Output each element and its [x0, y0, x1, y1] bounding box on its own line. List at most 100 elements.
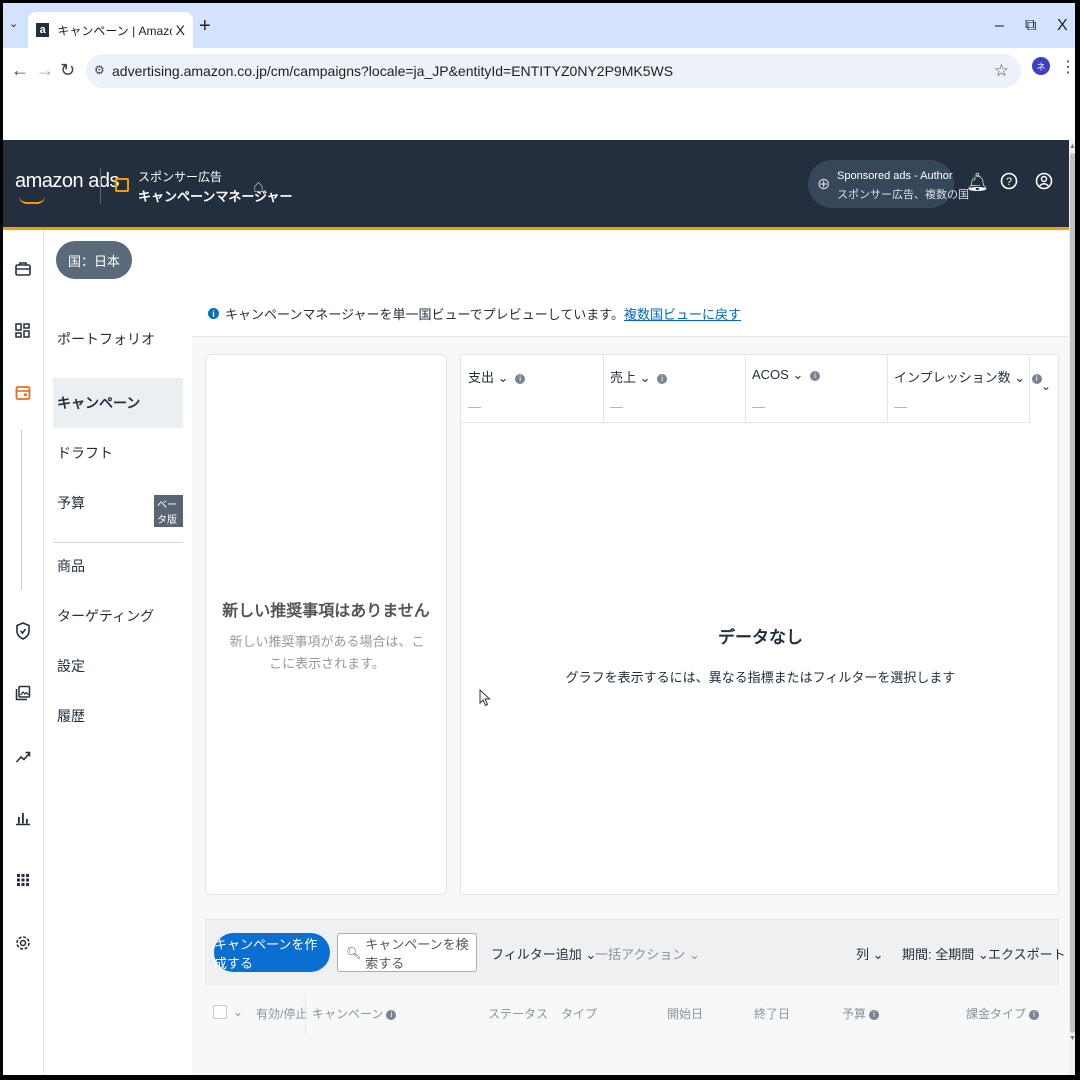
shield-icon[interactable]: [13, 622, 33, 645]
export-button[interactable]: エクスポート: [988, 944, 1066, 963]
campaign-toolbar: キャンペーンを作成する 🔍︎ キャンペーンを検索する フィルター追加 ⌄ 一括ア…: [205, 919, 1066, 985]
checkbox-chevron-icon[interactable]: ⌄: [233, 1005, 243, 1019]
metric-value: —: [894, 399, 907, 414]
column-budget[interactable]: 予算 i: [842, 1005, 880, 1022]
product-title[interactable]: キャンペーンマネージャー: [138, 186, 292, 205]
main-content: i キャンペーンマネージャーを単一国ビューでプレビューしています。 複数国ビュー…: [192, 291, 1069, 1075]
bulk-actions-dropdown[interactable]: 一括アクション ⌄: [595, 944, 700, 963]
bar-chart-icon[interactable]: [13, 810, 33, 831]
nav-item-budgets[interactable]: 予算 ベータ版: [53, 478, 183, 528]
info-icon: i: [869, 1010, 880, 1020]
beta-badge: ベータ版: [154, 495, 183, 527]
gear-icon[interactable]: [13, 935, 33, 956]
reload-icon[interactable]: ↻: [60, 60, 75, 81]
mouse-cursor-icon: [479, 688, 491, 712]
info-icon: i: [809, 371, 820, 381]
icon-rail: [3, 230, 44, 1075]
media-library-icon[interactable]: [13, 685, 33, 706]
metric-label: ACOS ⌄ i: [752, 367, 820, 383]
metric-value: —: [752, 399, 765, 414]
nav-item-history[interactable]: 履歴: [53, 691, 183, 741]
forward-icon[interactable]: →: [36, 60, 54, 81]
column-active[interactable]: 有効/停止: [256, 1005, 307, 1022]
browser-menu-icon[interactable]: ⋮: [1060, 57, 1075, 77]
restore-button[interactable]: ⧉: [1025, 17, 1036, 35]
nav-item-settings[interactable]: 設定: [53, 641, 183, 691]
close-window-button[interactable]: X: [1057, 17, 1068, 35]
account-name: Sponsored ads - Author: [837, 170, 953, 182]
nav-item-portfolios[interactable]: ポートフォリオ: [53, 314, 183, 364]
bell-icon[interactable]: 🔔︎: [966, 172, 989, 193]
chevron-down-icon[interactable]: ⌄: [1041, 379, 1051, 393]
metric-label: インプレッション数 ⌄ i: [894, 367, 1042, 386]
nav-item-campaigns[interactable]: キャンペーン: [53, 378, 183, 428]
account-switcher[interactable]: ⊕ Sponsored ads - Author スポンサー広告、複数の国: [808, 160, 969, 208]
multi-country-view-link[interactable]: 複数国ビューに戻す: [624, 304, 741, 323]
column-billing-type[interactable]: 課金タイプ i: [966, 1005, 1040, 1022]
new-tab-button[interactable]: +: [199, 15, 211, 38]
nav-item-drafts[interactable]: ドラフト: [53, 428, 183, 478]
recommendations-title: 新しい推奨事項はありません: [222, 603, 430, 620]
tab-title: キャンペーン | Amazon Advertising: [57, 23, 171, 38]
date-range-dropdown[interactable]: 期間: 全期間 ⌄: [902, 944, 989, 963]
ads-header: amazon ads スポンサー広告 キャンペーンマネージャー ⌂ ⊕ Spon…: [3, 140, 1069, 227]
campaign-search-input[interactable]: 🔍︎ キャンペーンを検索する: [337, 933, 477, 972]
url-bar[interactable]: ⚙ advertising.amazon.co.jp/cm/campaigns?…: [86, 54, 1021, 88]
help-icon[interactable]: ?: [1000, 172, 1018, 195]
user-icon[interactable]: [1035, 172, 1053, 195]
product-subtitle: スポンサー広告: [138, 170, 223, 184]
tab-search-chevron-icon[interactable]: ⌄: [9, 17, 18, 30]
tab-close-icon[interactable]: X: [176, 22, 185, 38]
nav-item-products[interactable]: 商品: [53, 541, 183, 591]
home-icon[interactable]: ⌂: [253, 176, 264, 197]
column-divider: [305, 993, 306, 1033]
metric-sales[interactable]: 売上 ⌄ i —: [603, 355, 746, 423]
minimize-button[interactable]: –: [995, 17, 1004, 35]
back-icon[interactable]: ←: [11, 60, 29, 81]
site-info-icon[interactable]: ⚙: [94, 63, 105, 77]
metric-acos[interactable]: ACOS ⌄ i —: [745, 355, 888, 423]
amazon-favicon-icon: a: [36, 23, 50, 37]
briefcase-icon[interactable]: [13, 260, 33, 283]
column-campaign[interactable]: キャンペーン i: [312, 1005, 397, 1022]
metric-value: —: [468, 399, 481, 414]
scroll-down-icon[interactable]: ▼: [1069, 1035, 1075, 1042]
address-bar-row: ← → ↻ ⚙ advertising.amazon.co.jp/cm/camp…: [3, 48, 1075, 95]
campaign-manager-icon: [115, 178, 129, 192]
column-status[interactable]: ステータス: [488, 1005, 548, 1022]
info-icon: i: [515, 374, 526, 384]
apps-grid-icon[interactable]: [13, 873, 33, 892]
browser-tab[interactable]: a キャンペーン | Amazon Advertising X: [28, 12, 193, 48]
url-text: advertising.amazon.co.jp/cm/campaigns?lo…: [112, 63, 674, 79]
profile-avatar[interactable]: ネ: [1032, 57, 1050, 75]
info-icon: i: [657, 374, 668, 384]
country-selector[interactable]: 国：日本: [56, 241, 133, 279]
nav-item-targeting[interactable]: ターゲティング: [53, 591, 183, 641]
column-start-date[interactable]: 開始日: [667, 1005, 703, 1022]
scroll-up-icon[interactable]: ▲: [1069, 143, 1075, 150]
add-filter-dropdown[interactable]: フィルター追加 ⌄: [491, 944, 596, 963]
search-placeholder: キャンペーンを検索する: [365, 936, 469, 971]
globe-icon: ⊕: [817, 176, 831, 193]
browser-window: ⌄ a キャンペーン | Amazon Advertising X + – ⧉ …: [3, 3, 1075, 1075]
campaign-icon[interactable]: [13, 385, 33, 406]
dashboard-icon[interactable]: [13, 323, 33, 344]
metric-impressions[interactable]: インプレッション数 ⌄ i —: [887, 355, 1042, 423]
column-type[interactable]: タイプ: [561, 1005, 597, 1022]
recommendations-description: 新しい推奨事項がある場合は、ここに表示されます。: [229, 634, 425, 671]
performance-chart-card: 支出 ⌄ i — 売上 ⌄ i — ACOS ⌄ i — インプレッション数 ⌄…: [460, 354, 1059, 895]
amazon-ads-logo[interactable]: amazon ads: [15, 170, 119, 193]
select-all-checkbox[interactable]: [213, 1005, 227, 1019]
info-icon: i: [1029, 1010, 1040, 1020]
scrollbar-thumb[interactable]: [1070, 153, 1075, 1033]
create-campaign-button[interactable]: キャンペーンを作成する: [214, 933, 330, 972]
bookmark-star-icon[interactable]: ☆: [994, 61, 1009, 81]
recommendations-card: 新しい推奨事項はありません 新しい推奨事項がある場合は、ここに表示されます。: [205, 354, 447, 895]
columns-dropdown[interactable]: 列 ⌄: [856, 944, 884, 963]
column-end-date[interactable]: 終了日: [754, 1005, 790, 1022]
nav-item-budgets-label: 予算: [57, 495, 85, 511]
header-accent-bar: [3, 227, 1069, 230]
metric-spend[interactable]: 支出 ⌄ i —: [461, 355, 604, 423]
trend-icon[interactable]: [13, 748, 33, 769]
campaign-table-header: ⌄ 有効/停止 キャンペーン i ステータス タイプ 開始日 終了日 予算 i 課金…: [205, 985, 1059, 1051]
